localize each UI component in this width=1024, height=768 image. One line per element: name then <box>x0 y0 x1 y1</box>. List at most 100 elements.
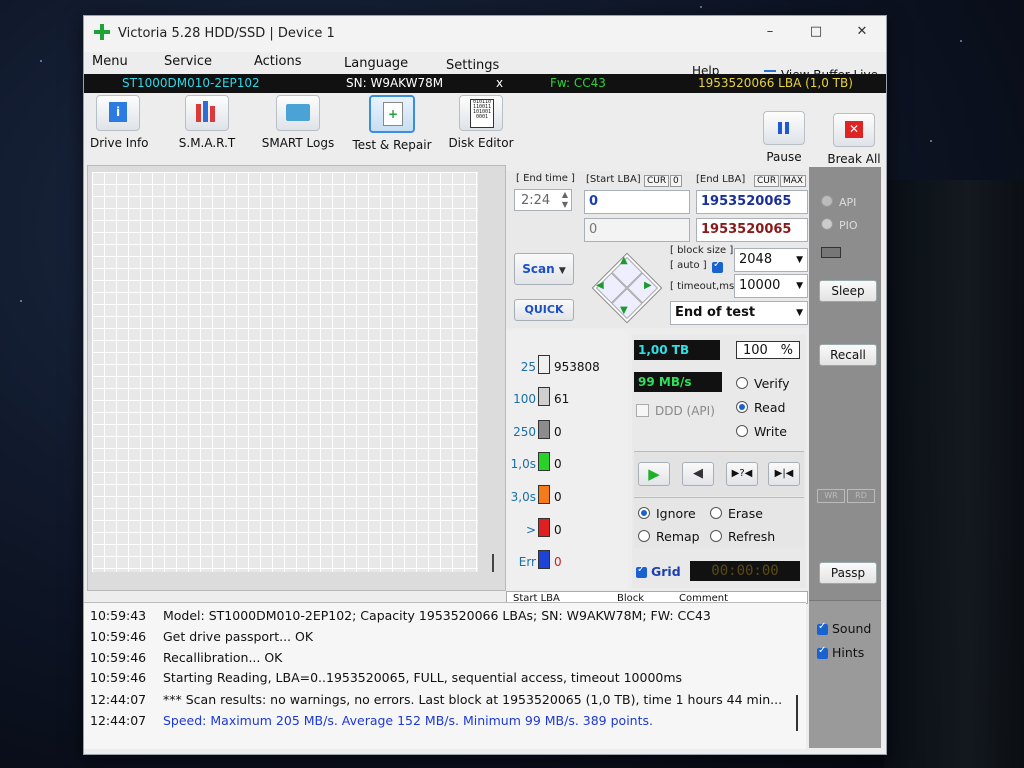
mode-verify[interactable]: Verify <box>736 376 789 391</box>
start-cur-tag[interactable]: CUR <box>644 175 670 187</box>
end-max-tag[interactable]: MAX <box>780 175 807 187</box>
latency-count: 0 <box>554 425 562 439</box>
hints-option[interactable]: Hints <box>817 645 864 660</box>
start-lba-input[interactable]: 0 <box>584 190 690 214</box>
latency-color-swatch <box>538 485 550 504</box>
latency-row: 1,0s 0 <box>506 452 626 471</box>
spin-arrows-icon[interactable]: ▲ ▼ <box>562 190 568 210</box>
radio-remap[interactable] <box>638 530 650 542</box>
drive-info-tool[interactable]: i Drive Info <box>90 95 149 150</box>
auto-checkbox[interactable] <box>712 259 723 273</box>
smart-logs-tool[interactable]: SMART Logs <box>260 95 336 150</box>
log-text: Starting Reading, LBA=0..1953520065, FUL… <box>163 670 683 685</box>
rewind-icon: ◀ <box>693 466 703 481</box>
api-option[interactable]: API <box>821 195 856 209</box>
ddd-checkbox[interactable] <box>636 404 649 417</box>
grid-scrollbar[interactable] <box>492 554 494 572</box>
radio-read[interactable] <box>736 401 748 413</box>
hints-label: Hints <box>832 645 865 660</box>
event-log[interactable]: 10:59:43 Model: ST1000DM010-2EP102; Capac… <box>84 602 806 749</box>
log-line: 12:44:07 *** Scan results: no warnings, n… <box>90 692 782 707</box>
smart-tool[interactable]: S.M.A.R.T <box>174 95 240 150</box>
block-size-select[interactable]: 2048 ▼ <box>734 248 808 272</box>
scan-button[interactable]: Scan ▼ <box>514 253 574 285</box>
grid-option[interactable]: Grid <box>636 564 681 579</box>
ddd-api-option[interactable]: DDD (API) <box>636 404 715 418</box>
option-ignore[interactable]: Ignore <box>638 506 696 521</box>
radio-api[interactable] <box>821 195 833 207</box>
option-erase[interactable]: Erase <box>710 506 763 521</box>
end-time-input[interactable]: 2:24 ▲ ▼ <box>514 189 572 211</box>
disk-editor-tool[interactable]: 010110 110011 101001 0001 Disk Editor <box>448 95 514 150</box>
play-icon: ▶ <box>648 465 660 483</box>
break-all-button[interactable]: ✕ Break All <box>826 113 882 166</box>
quick-button[interactable]: QUICK <box>514 299 574 321</box>
pause-button[interactable]: Pause <box>760 111 808 164</box>
log-time: 10:59:46 <box>90 670 147 685</box>
timer-display: 00:00:00 <box>690 561 800 581</box>
end-cur-tag[interactable]: CUR <box>754 175 780 187</box>
wr-indicator: WR <box>817 489 845 503</box>
latency-count: 953808 <box>554 360 600 374</box>
random-button[interactable]: ▶?◀ <box>726 462 758 486</box>
latency-row: >0 <box>506 518 626 537</box>
radio-refresh[interactable] <box>710 530 722 542</box>
hints-checkbox[interactable] <box>817 645 828 659</box>
menu-menu[interactable]: Menu <box>92 54 128 69</box>
passp-button[interactable]: Passp <box>819 562 877 584</box>
sound-checkbox[interactable] <box>817 621 828 635</box>
timeout-label: [ timeout,ms ] <box>670 281 742 292</box>
rewind-button[interactable]: ◀ <box>682 462 714 486</box>
menu-actions[interactable]: Actions <box>254 54 302 69</box>
butterfly-button[interactable]: ▶|◀ <box>768 462 800 486</box>
log-scrollbar[interactable] <box>796 695 798 731</box>
grid-checkbox[interactable] <box>636 564 647 578</box>
log-time: 12:44:07 <box>90 692 147 707</box>
menu-service[interactable]: Service <box>164 54 212 69</box>
pio-option[interactable]: PIO <box>821 218 858 232</box>
close-button[interactable]: ✕ <box>848 24 876 44</box>
playback-controls: ▶ ◀ ▶?◀ ▶|◀ <box>634 451 804 496</box>
drive-model[interactable]: ST1000DM010-2EP102 <box>122 76 260 90</box>
end-lba-label: [End LBA] <box>696 174 746 185</box>
folder-icon <box>276 95 320 131</box>
mode-read[interactable]: Read <box>736 400 785 415</box>
drive-close-x[interactable]: x <box>496 76 503 90</box>
title-bar[interactable]: Victoria 5.28 HDD/SSD | Device 1 – □ ✕ <box>84 16 886 52</box>
read-label: Read <box>754 400 786 415</box>
timeout-select[interactable]: 10000 ▼ <box>734 274 808 298</box>
option-remap[interactable]: Remap <box>638 529 700 544</box>
end-of-test-value: End of test <box>675 305 756 320</box>
latency-count: 0 <box>554 457 562 471</box>
latency-count: 0 <box>554 490 562 504</box>
radio-verify[interactable] <box>736 377 748 389</box>
ddd-label: DDD (API) <box>655 404 715 418</box>
timeout-value: 10000 <box>739 278 781 293</box>
log-text: *** Scan results: no warnings, no errors… <box>163 692 783 707</box>
radio-pio[interactable] <box>821 218 833 230</box>
radio-erase[interactable] <box>710 507 722 519</box>
sleep-button[interactable]: Sleep <box>819 280 877 302</box>
start-zero-tag[interactable]: 0 <box>670 175 682 187</box>
menu-language[interactable]: Language <box>344 56 408 71</box>
latency-color-swatch <box>538 355 550 374</box>
play-button[interactable]: ▶ <box>638 462 670 486</box>
radio-write[interactable] <box>736 425 748 437</box>
option-refresh[interactable]: Refresh <box>710 529 775 544</box>
latency-row: Err 0 <box>506 550 626 569</box>
drive-firmware: Fw: CC43 <box>550 76 606 90</box>
sound-option[interactable]: Sound <box>817 621 871 636</box>
test-repair-tool[interactable]: + Test & Repair <box>352 95 432 152</box>
mode-write[interactable]: Write <box>736 424 787 439</box>
main-toolbar: i Drive Info S.M.A.R.T SMART Logs + Test… <box>84 95 886 167</box>
end-of-test-select[interactable]: End of test ▼ <box>670 301 808 325</box>
end-lba-input[interactable]: 1953520065 <box>696 190 808 214</box>
latency-stats-panel: 25 953808 100 61 250 0 1,0s 0 3,0s 0 >0 Err 0 <box>506 331 628 589</box>
radio-ignore[interactable] <box>638 507 650 519</box>
recall-button[interactable]: Recall <box>819 344 877 366</box>
write-label: Write <box>754 424 788 439</box>
drive-info-label: Drive Info <box>90 136 149 150</box>
maximize-button[interactable]: □ <box>802 24 830 44</box>
minimize-button[interactable]: – <box>756 24 784 44</box>
menu-settings[interactable]: Settings <box>446 58 499 73</box>
